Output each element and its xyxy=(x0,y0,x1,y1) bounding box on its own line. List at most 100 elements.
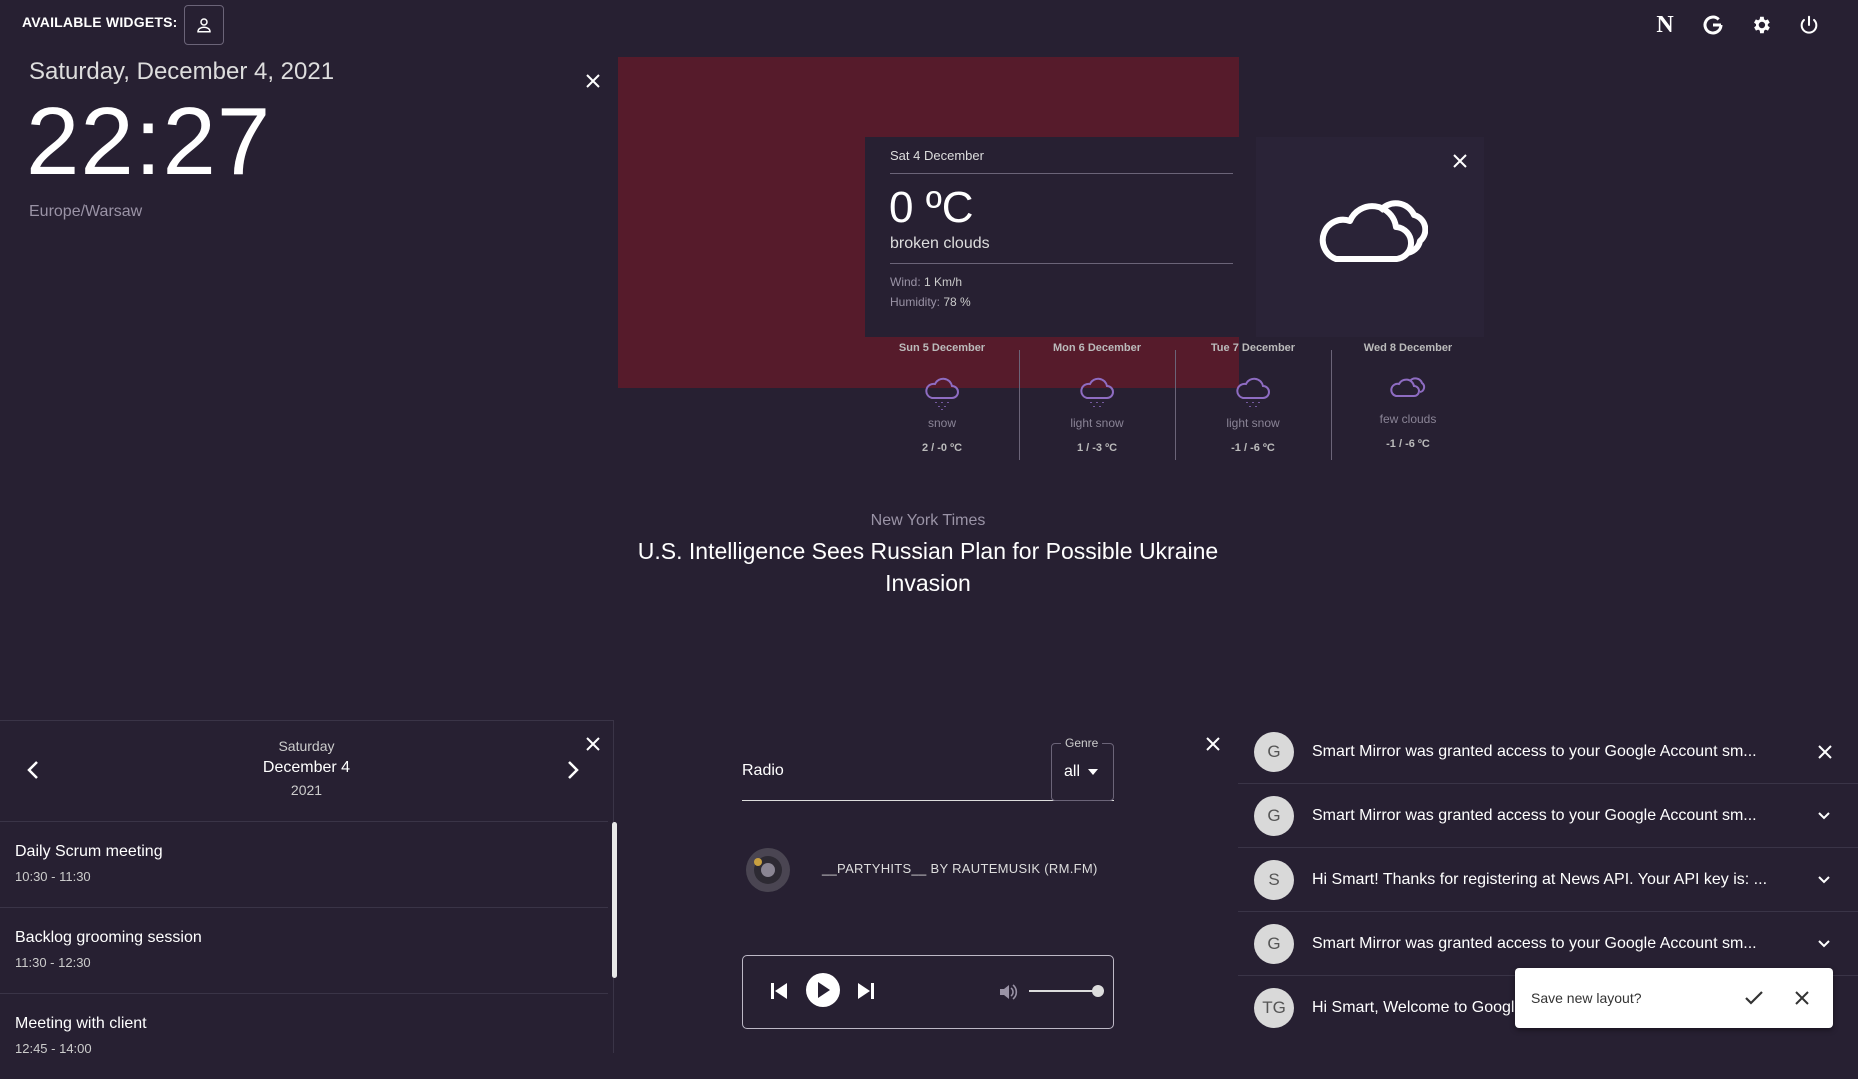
next-button[interactable] xyxy=(853,978,879,1004)
radio-search-input[interactable]: Radio xyxy=(742,762,784,780)
chevron-left-icon xyxy=(26,760,40,780)
forecast-temps: 1 / -3 ºC xyxy=(1076,442,1118,454)
mail-item[interactable]: G Smart Mirror was granted access to you… xyxy=(1238,720,1858,784)
radio-player xyxy=(742,955,1114,1029)
forecast-description: light snow xyxy=(1226,416,1280,430)
calendar-close-button[interactable] xyxy=(580,731,606,757)
avatar: G xyxy=(1254,731,1294,772)
weather-close-button[interactable] xyxy=(1447,148,1473,174)
clock-timezone: Europe/Warsaw xyxy=(29,203,143,220)
forecast-date: Tue 7 December xyxy=(1210,342,1296,354)
volume-slider[interactable] xyxy=(1029,990,1099,992)
cloud-icon xyxy=(1314,187,1428,267)
calendar-scrollbar[interactable] xyxy=(612,822,617,978)
mail-subject: Hi Smart! Thanks for registering at News… xyxy=(1312,870,1768,888)
event-title: Daily Scrum meeting xyxy=(15,843,163,860)
cloud-icon xyxy=(1388,368,1428,408)
calendar-event[interactable]: Meeting with client 12:45 - 14:00 xyxy=(0,993,608,1079)
close-icon xyxy=(1205,736,1221,752)
forecast-description: snow xyxy=(927,416,956,430)
mail-item[interactable]: S Hi Smart! Thanks for registering at Ne… xyxy=(1238,848,1858,912)
account-button[interactable] xyxy=(184,5,224,45)
clock-time: 22:27 xyxy=(26,88,272,195)
clock-close-button[interactable] xyxy=(580,68,606,94)
mail-subject: Smart Mirror was granted access to your … xyxy=(1312,934,1757,952)
forecast-temps: -1 / -6 ºC xyxy=(1386,438,1430,450)
news-headline[interactable]: U.S. Intelligence Sees Russian Plan for … xyxy=(618,535,1238,599)
forecast-day: Mon 6 December light snow 1 / -3 ºC xyxy=(1022,342,1172,454)
forecast-day: Tue 7 December light snow -1 / -6 ºC xyxy=(1178,342,1328,454)
notion-icon[interactable]: N xyxy=(1650,10,1680,40)
forecast-date: Sun 5 December xyxy=(898,342,986,354)
station-logo xyxy=(746,848,790,892)
genre-label: Genre xyxy=(1061,736,1103,750)
calendar-next-button[interactable] xyxy=(560,757,586,783)
person-icon xyxy=(195,16,213,34)
mail-item[interactable]: G Smart Mirror was granted access to you… xyxy=(1238,912,1858,976)
power-icon[interactable] xyxy=(1794,10,1824,40)
close-icon xyxy=(1452,153,1468,169)
volume-icon[interactable] xyxy=(996,980,1020,1004)
weather-temperature: 0 ºC xyxy=(889,183,974,232)
skip-previous-icon xyxy=(769,981,789,1001)
snackbar-text: Save new layout? xyxy=(1531,990,1642,1006)
clock-date: Saturday, December 4, 2021 xyxy=(29,58,335,85)
caret-down-icon xyxy=(1088,769,1099,775)
event-time: 12:45 - 14:00 xyxy=(15,1041,92,1056)
avatar: G xyxy=(1254,923,1294,964)
humidity-label: Humidity: xyxy=(890,295,941,309)
gear-icon[interactable] xyxy=(1746,10,1776,40)
calendar-year: 2021 xyxy=(290,782,323,798)
wind-label: Wind: xyxy=(890,275,921,289)
event-title: Meeting with client xyxy=(15,1015,147,1032)
cancel-save-button[interactable] xyxy=(1789,985,1815,1011)
humidity-value: 78 % xyxy=(943,295,971,309)
close-icon xyxy=(585,736,601,752)
genre-value[interactable]: all xyxy=(1064,763,1099,781)
avatar: TG xyxy=(1254,988,1294,1028)
skip-next-icon xyxy=(856,981,876,1001)
chevron-down-icon[interactable] xyxy=(1817,811,1831,821)
snow-cloud-icon xyxy=(1077,372,1117,412)
chevron-down-icon[interactable] xyxy=(1817,939,1831,949)
previous-button[interactable] xyxy=(766,978,792,1004)
radio-close-button[interactable] xyxy=(1200,731,1226,757)
top-right-toolbar: N xyxy=(1650,10,1824,40)
event-time: 11:30 - 12:30 xyxy=(15,955,91,970)
confirm-save-button[interactable] xyxy=(1741,985,1767,1011)
forecast-day: Wed 8 December few clouds -1 / -6 ºC xyxy=(1333,342,1483,450)
volume-slider-thumb[interactable] xyxy=(1092,985,1104,997)
forecast-day: Sun 5 December snow 2 / -0 ºC xyxy=(867,342,1017,454)
calendar-prev-button[interactable] xyxy=(20,757,46,783)
calendar-event[interactable]: Backlog grooming session 11:30 - 12:30 xyxy=(0,907,608,993)
avatar: G xyxy=(1254,795,1294,836)
chevron-down-icon[interactable] xyxy=(1817,875,1831,885)
weather-description: broken clouds xyxy=(890,235,990,252)
mail-subject: Smart Mirror was granted access to your … xyxy=(1312,742,1757,760)
google-icon[interactable] xyxy=(1698,10,1728,40)
close-icon xyxy=(1795,991,1809,1005)
available-widgets-label: AVAILABLE WIDGETS: xyxy=(22,14,178,30)
weather-date: Sat 4 December xyxy=(890,148,984,163)
calendar-weekday: Saturday xyxy=(278,738,335,754)
mail-item[interactable]: G Smart Mirror was granted access to you… xyxy=(1238,784,1858,848)
chevron-right-icon xyxy=(566,760,580,780)
calendar-event[interactable]: Daily Scrum meeting 10:30 - 11:30 xyxy=(0,821,608,907)
check-icon xyxy=(1745,991,1763,1005)
forecast-description: few clouds xyxy=(1379,412,1437,426)
divider xyxy=(1175,350,1176,460)
divider xyxy=(1331,350,1332,460)
save-layout-snackbar: Save new layout? xyxy=(1515,968,1833,1028)
calendar-event-list[interactable]: Daily Scrum meeting 10:30 - 11:30 Backlo… xyxy=(0,821,608,1079)
wind-value: 1 Km/h xyxy=(924,275,963,289)
station-name[interactable]: __PARTYHITS__ BY RAUTEMUSIK (RM.FM) xyxy=(822,861,1098,876)
forecast-temps: -1 / -6 ºC xyxy=(1231,442,1275,454)
play-icon xyxy=(816,982,830,998)
forecast-description: light snow xyxy=(1070,416,1124,430)
close-icon[interactable] xyxy=(1817,744,1833,760)
play-button[interactable] xyxy=(806,973,840,1007)
divider xyxy=(890,263,1233,264)
forecast-date: Mon 6 December xyxy=(1052,342,1142,354)
snow-cloud-icon xyxy=(922,372,962,412)
avatar: S xyxy=(1254,859,1294,900)
